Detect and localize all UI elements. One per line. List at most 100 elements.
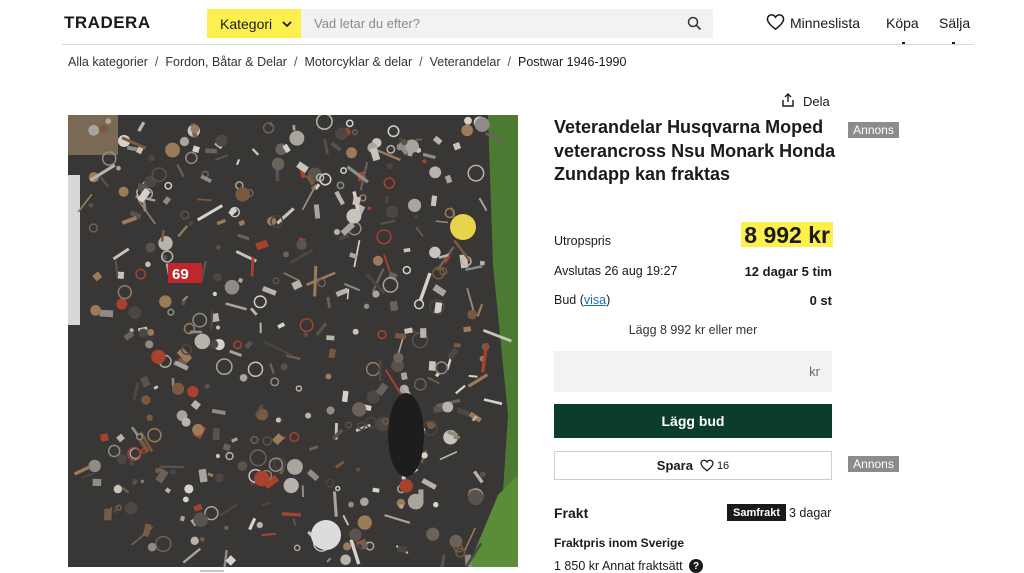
photo-part <box>145 242 156 253</box>
photo-part <box>463 326 472 333</box>
photo-part <box>213 272 222 282</box>
photo-part <box>303 332 309 337</box>
place-bid-button[interactable]: Lägg bud <box>554 404 832 438</box>
shipping-price: 1 850 kr Annat fraktsätt <box>554 559 683 573</box>
image-carousel-indicator[interactable] <box>200 570 224 572</box>
photo-part <box>398 504 404 509</box>
sell-link[interactable]: Sälja <box>939 15 970 31</box>
number-plate-text: 69 <box>172 266 189 283</box>
photo-part <box>159 295 172 308</box>
photo-part <box>367 206 372 211</box>
combined-shipping-badge: Samfrakt <box>727 504 787 521</box>
photo-part <box>158 236 173 251</box>
photo-part <box>280 363 288 371</box>
photo-part <box>464 116 472 125</box>
breadcrumb-item-vehicles[interactable]: Fordon, Båtar & Delar <box>165 55 287 69</box>
photo-part <box>351 402 367 417</box>
save-button[interactable]: Spara 16 <box>554 451 832 480</box>
bid-amount-input[interactable] <box>554 351 794 392</box>
share-button[interactable]: Dela <box>781 93 830 110</box>
photo-part <box>141 395 151 405</box>
photo-part <box>468 489 484 506</box>
photo-part <box>216 245 221 250</box>
photo-part <box>215 134 228 147</box>
photo-part <box>92 478 102 486</box>
photo-part <box>147 542 157 552</box>
photo-part <box>215 325 221 330</box>
search-bar <box>301 9 713 38</box>
bid-amount-box: kr <box>554 351 832 392</box>
bids-count: 0 st <box>809 293 832 308</box>
breadcrumb-item-current: Postwar 1946-1990 <box>518 55 627 69</box>
photo-part <box>145 340 154 349</box>
photo-part <box>275 417 281 423</box>
photo-part <box>210 309 214 331</box>
photo-part <box>90 304 102 316</box>
photo-part <box>340 554 351 566</box>
photo-part <box>88 203 94 208</box>
photo-part <box>428 361 436 371</box>
bids-label: Bud (visa) <box>554 293 610 307</box>
photo-part <box>433 501 439 508</box>
photo-part <box>146 414 153 422</box>
photo-part <box>474 117 490 132</box>
product-photo[interactable]: 69 <box>68 115 518 567</box>
breadcrumb-item-motorcycles[interactable]: Motorcyklar & delar <box>304 55 412 69</box>
photo-part <box>192 423 204 436</box>
photo-part <box>181 417 191 427</box>
photo-part <box>372 290 380 298</box>
heart-icon[interactable] <box>766 13 785 31</box>
photo-part <box>256 521 263 529</box>
photo-part <box>113 485 123 494</box>
photo-part <box>467 309 478 320</box>
shipping-title: Frakt <box>554 505 589 521</box>
photo-part <box>160 229 165 242</box>
photo-part <box>325 373 332 380</box>
show-bids-link[interactable]: visa <box>584 293 606 307</box>
photo-part <box>105 118 112 125</box>
search-icon[interactable] <box>687 16 702 31</box>
photo-part <box>224 525 229 530</box>
question-icon[interactable]: ? <box>689 559 703 573</box>
photo-part <box>461 124 474 137</box>
photo-part <box>426 527 440 541</box>
ad-badge: Annons <box>848 122 899 138</box>
photo-part <box>420 328 427 338</box>
photo-part <box>187 385 199 398</box>
photo-part <box>182 496 189 503</box>
photo-part <box>289 130 305 146</box>
share-label: Dela <box>803 94 830 109</box>
photo-part <box>224 279 240 295</box>
wishlist-link[interactable]: Minneslista <box>790 15 860 31</box>
ad-badge: Annons <box>848 456 899 472</box>
photo-part <box>363 303 370 309</box>
tradera-logo[interactable]: TRADERA <box>64 13 151 33</box>
category-label: Kategori <box>220 15 273 32</box>
save-count: 16 <box>716 459 730 472</box>
photo-part <box>292 124 296 131</box>
breadcrumb-separator: / <box>154 55 159 69</box>
photo-part <box>239 373 248 382</box>
search-input[interactable] <box>301 9 671 38</box>
photo-part <box>326 335 335 341</box>
breadcrumb-item-veteran-parts[interactable]: Veterandelar <box>430 55 501 69</box>
photo-illustration: 69 <box>68 115 518 567</box>
photo-part <box>357 515 372 530</box>
photo-part <box>326 406 335 415</box>
photo-part <box>147 329 155 336</box>
breadcrumb-separator: / <box>507 55 512 69</box>
breadcrumb-item-all-categories[interactable]: Alla kategorier <box>68 55 148 69</box>
photo-part <box>360 497 369 506</box>
photo-part <box>138 328 148 338</box>
photo-part <box>400 372 408 381</box>
photo-part <box>205 148 217 154</box>
share-icon <box>781 93 795 110</box>
photo-part <box>99 309 114 318</box>
photo-part <box>305 412 312 419</box>
buy-link[interactable]: Köpa <box>886 15 919 31</box>
photo-part <box>165 142 180 158</box>
category-dropdown[interactable]: Kategori <box>207 9 301 38</box>
photo-part <box>429 246 441 259</box>
photo-part <box>117 271 125 279</box>
photo-part <box>385 205 399 219</box>
